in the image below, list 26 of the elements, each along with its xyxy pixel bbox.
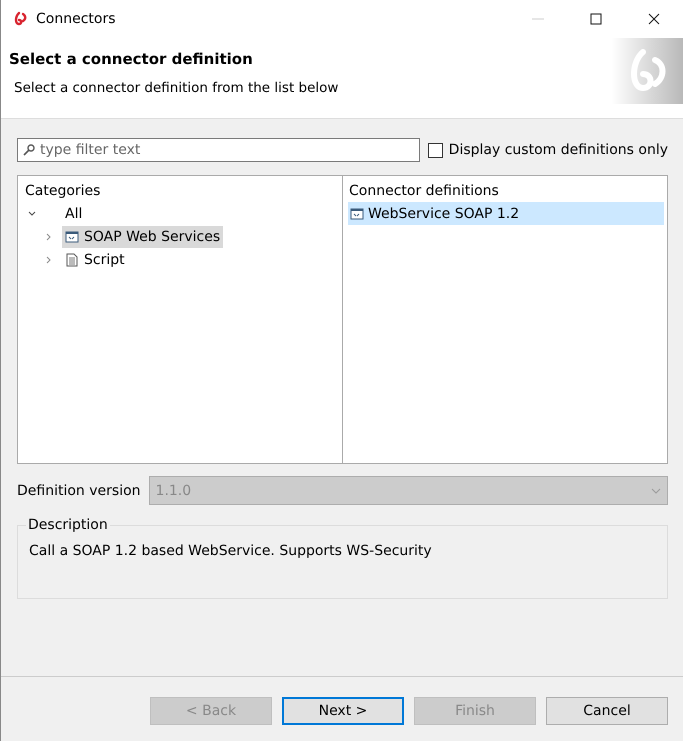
tree-item[interactable]: SOAP Web Services — [62, 226, 224, 248]
dialog-button[interactable]: Next > — [282, 697, 404, 725]
version-label: Definition version — [17, 482, 141, 498]
custom-only-checkbox[interactable] — [428, 142, 443, 158]
page-title: Select a connector definition — [9, 50, 254, 68]
app-logo-icon — [13, 11, 29, 27]
filter-field[interactable]: type filter text — [17, 138, 420, 162]
tree-item[interactable]: Script — [62, 248, 128, 270]
categories-heading: Categories — [25, 182, 102, 201]
page-subtitle: Select a connector definition from the list below — [13, 80, 340, 96]
definitions-heading: Connector definitions — [349, 182, 500, 201]
checkbox-label: Display custom definitions only — [448, 142, 668, 158]
dropdown-chevron-icon — [651, 486, 661, 496]
window-title: Connectors — [36, 11, 116, 27]
dialog-button[interactable]: Cancel — [546, 697, 668, 725]
tree-item[interactable]: All — [62, 202, 86, 224]
maximize-icon[interactable] — [590, 13, 602, 25]
close-icon[interactable] — [648, 13, 660, 25]
document-icon — [65, 252, 79, 266]
web-service-icon — [65, 230, 79, 244]
search-icon — [23, 144, 35, 156]
description-text: Call a SOAP 1.2 based WebService. Supports WS-Security — [29, 543, 433, 559]
description-legend: Description — [26, 517, 110, 533]
web-service-icon — [350, 206, 364, 220]
chevron-down-icon[interactable] — [27, 208, 37, 218]
definition-item[interactable]: WebService SOAP 1.2 — [348, 202, 664, 225]
